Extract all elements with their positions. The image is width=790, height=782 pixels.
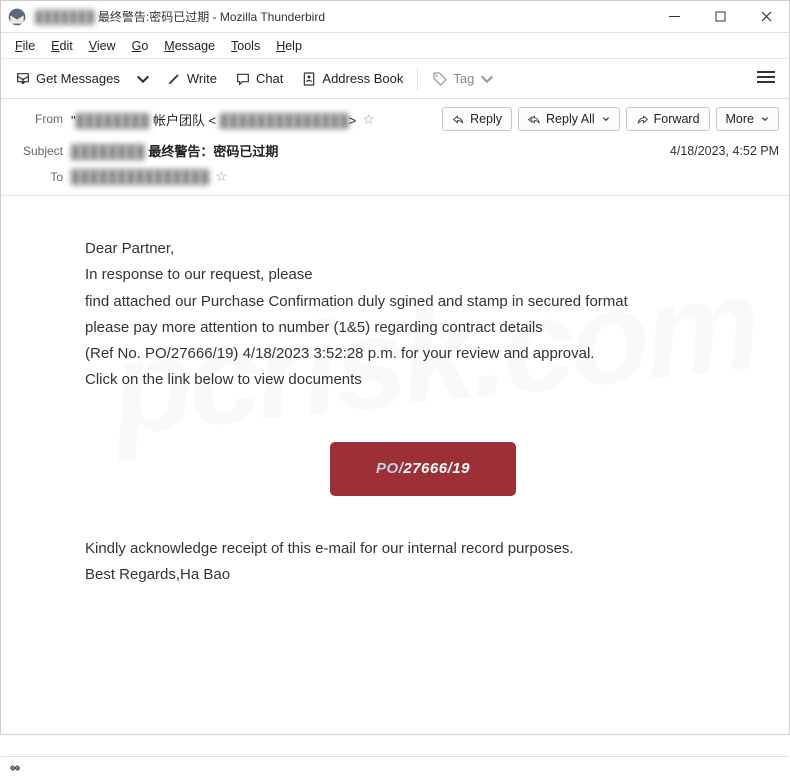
forward-icon xyxy=(636,113,649,126)
body-line: find attached our Purchase Confirmation … xyxy=(85,289,761,315)
statusbar xyxy=(1,756,789,782)
star-icon[interactable]: ☆ xyxy=(215,168,228,185)
forward-button[interactable]: Forward xyxy=(626,107,710,131)
to-label: To xyxy=(11,170,71,184)
more-button[interactable]: More xyxy=(716,107,779,131)
status-icon[interactable] xyxy=(9,761,25,778)
tag-icon xyxy=(432,71,448,87)
chat-icon xyxy=(235,71,251,87)
toolbar-separator xyxy=(417,68,418,90)
address-book-button[interactable]: Address Book xyxy=(293,66,411,92)
from-value: "████████ 帐户团队 < ██████████████> xyxy=(71,110,356,129)
po-link-button[interactable]: PO/27666/19 xyxy=(330,442,516,496)
reply-button[interactable]: Reply xyxy=(442,107,512,131)
body-regards: Best Regards,Ha Bao xyxy=(85,562,761,588)
address-book-icon xyxy=(301,71,317,87)
menu-file[interactable]: File xyxy=(7,36,43,56)
to-value: ███████████████ xyxy=(71,169,209,184)
chevron-down-icon xyxy=(602,115,610,123)
menu-tools[interactable]: Tools xyxy=(223,36,268,56)
reply-label: Reply xyxy=(470,112,502,126)
body-line: Click on the link below to view document… xyxy=(85,367,761,393)
menu-view[interactable]: View xyxy=(81,36,124,56)
menu-edit[interactable]: Edit xyxy=(43,36,81,56)
tag-label: Tag xyxy=(453,71,474,86)
subject-value: ████████ 最终警告：密码已过期 xyxy=(71,141,278,160)
menubar: File Edit View Go Message Tools Help xyxy=(1,33,789,59)
window-controls xyxy=(651,1,789,33)
message-actions: Reply Reply All Forward More xyxy=(442,107,779,131)
chevron-down-icon xyxy=(135,71,151,87)
reply-all-icon xyxy=(528,113,541,126)
app-menu-button[interactable] xyxy=(749,64,783,93)
body-ack: Kindly acknowledge receipt of this e-mai… xyxy=(85,536,761,562)
get-messages-dropdown[interactable] xyxy=(130,66,156,92)
address-book-label: Address Book xyxy=(322,71,403,86)
body-line: please pay more attention to number (1&5… xyxy=(85,315,761,341)
menu-help[interactable]: Help xyxy=(268,36,310,56)
po-number: 27666/19 xyxy=(403,460,470,477)
reply-icon xyxy=(452,113,465,126)
chat-button[interactable]: Chat xyxy=(227,66,291,92)
chat-label: Chat xyxy=(256,71,283,86)
pencil-icon xyxy=(166,71,182,87)
download-icon xyxy=(15,71,31,87)
forward-label: Forward xyxy=(654,112,700,126)
message-header: From "████████ 帐户团队 < ██████████████> ☆ … xyxy=(1,99,789,196)
tag-button[interactable]: Tag xyxy=(424,66,503,92)
write-button[interactable]: Write xyxy=(158,66,225,92)
chevron-down-icon xyxy=(479,71,495,87)
star-icon[interactable]: ☆ xyxy=(362,111,375,128)
get-messages-button[interactable]: Get Messages xyxy=(7,66,128,92)
po-prefix: PO/ xyxy=(376,460,403,477)
hamburger-icon xyxy=(757,70,775,84)
message-body: Dear Partner, In response to our request… xyxy=(1,196,789,756)
timestamp: 4/18/2023, 4:52 PM xyxy=(670,144,779,158)
subject-label: Subject xyxy=(11,144,71,158)
write-label: Write xyxy=(187,71,217,86)
toolbar: Get Messages Write Chat Address Book Tag xyxy=(1,59,789,99)
maximize-button[interactable] xyxy=(697,1,743,33)
more-label: More xyxy=(726,112,754,126)
from-label: From xyxy=(11,112,71,126)
menu-go[interactable]: Go xyxy=(124,36,157,56)
window-title: ███████ 最终警告:密码已过期 - Mozilla Thunderbird xyxy=(33,8,651,25)
chevron-down-icon xyxy=(761,115,769,123)
titlebar: ███████ 最终警告:密码已过期 - Mozilla Thunderbird xyxy=(1,1,789,33)
app-icon xyxy=(7,7,27,27)
reply-all-label: Reply All xyxy=(546,112,595,126)
get-messages-label: Get Messages xyxy=(36,71,120,86)
body-line: In response to our request, please xyxy=(85,262,761,288)
body-line: (Ref No. PO/27666/19) 4/18/2023 3:52:28 … xyxy=(85,341,761,367)
body-greeting: Dear Partner, xyxy=(85,236,761,262)
menu-message[interactable]: Message xyxy=(156,36,223,56)
minimize-button[interactable] xyxy=(651,1,697,33)
close-button[interactable] xyxy=(743,1,789,33)
reply-all-button[interactable]: Reply All xyxy=(518,107,620,131)
